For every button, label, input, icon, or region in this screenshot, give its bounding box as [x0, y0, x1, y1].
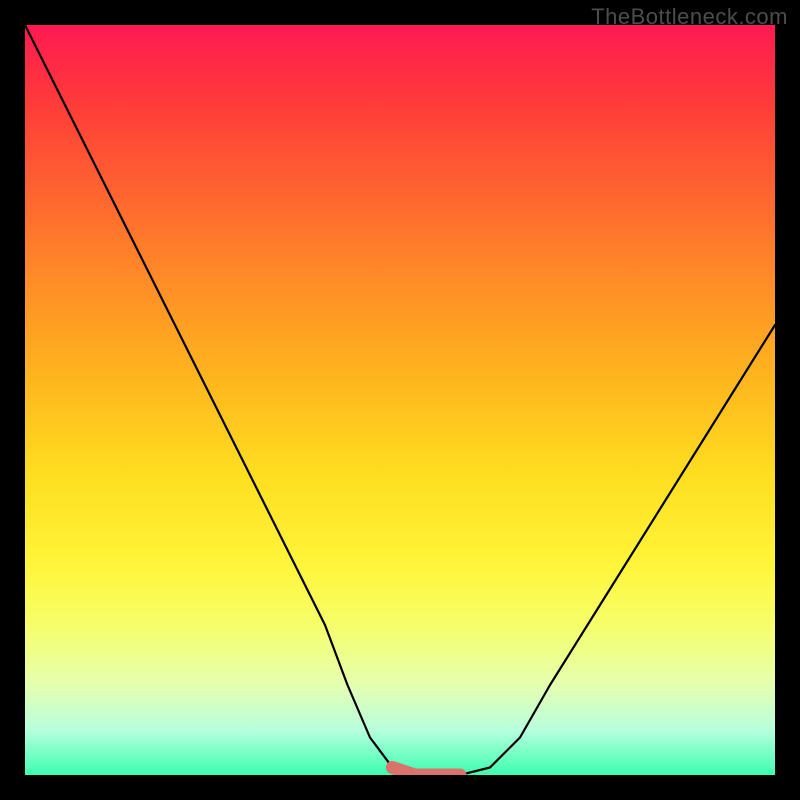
chart-frame: TheBottleneck.com — [0, 0, 800, 800]
curve-svg — [25, 25, 775, 775]
highlight-region — [393, 768, 461, 776]
bottleneck-curve-path — [25, 25, 775, 775]
plot-area — [25, 25, 775, 775]
